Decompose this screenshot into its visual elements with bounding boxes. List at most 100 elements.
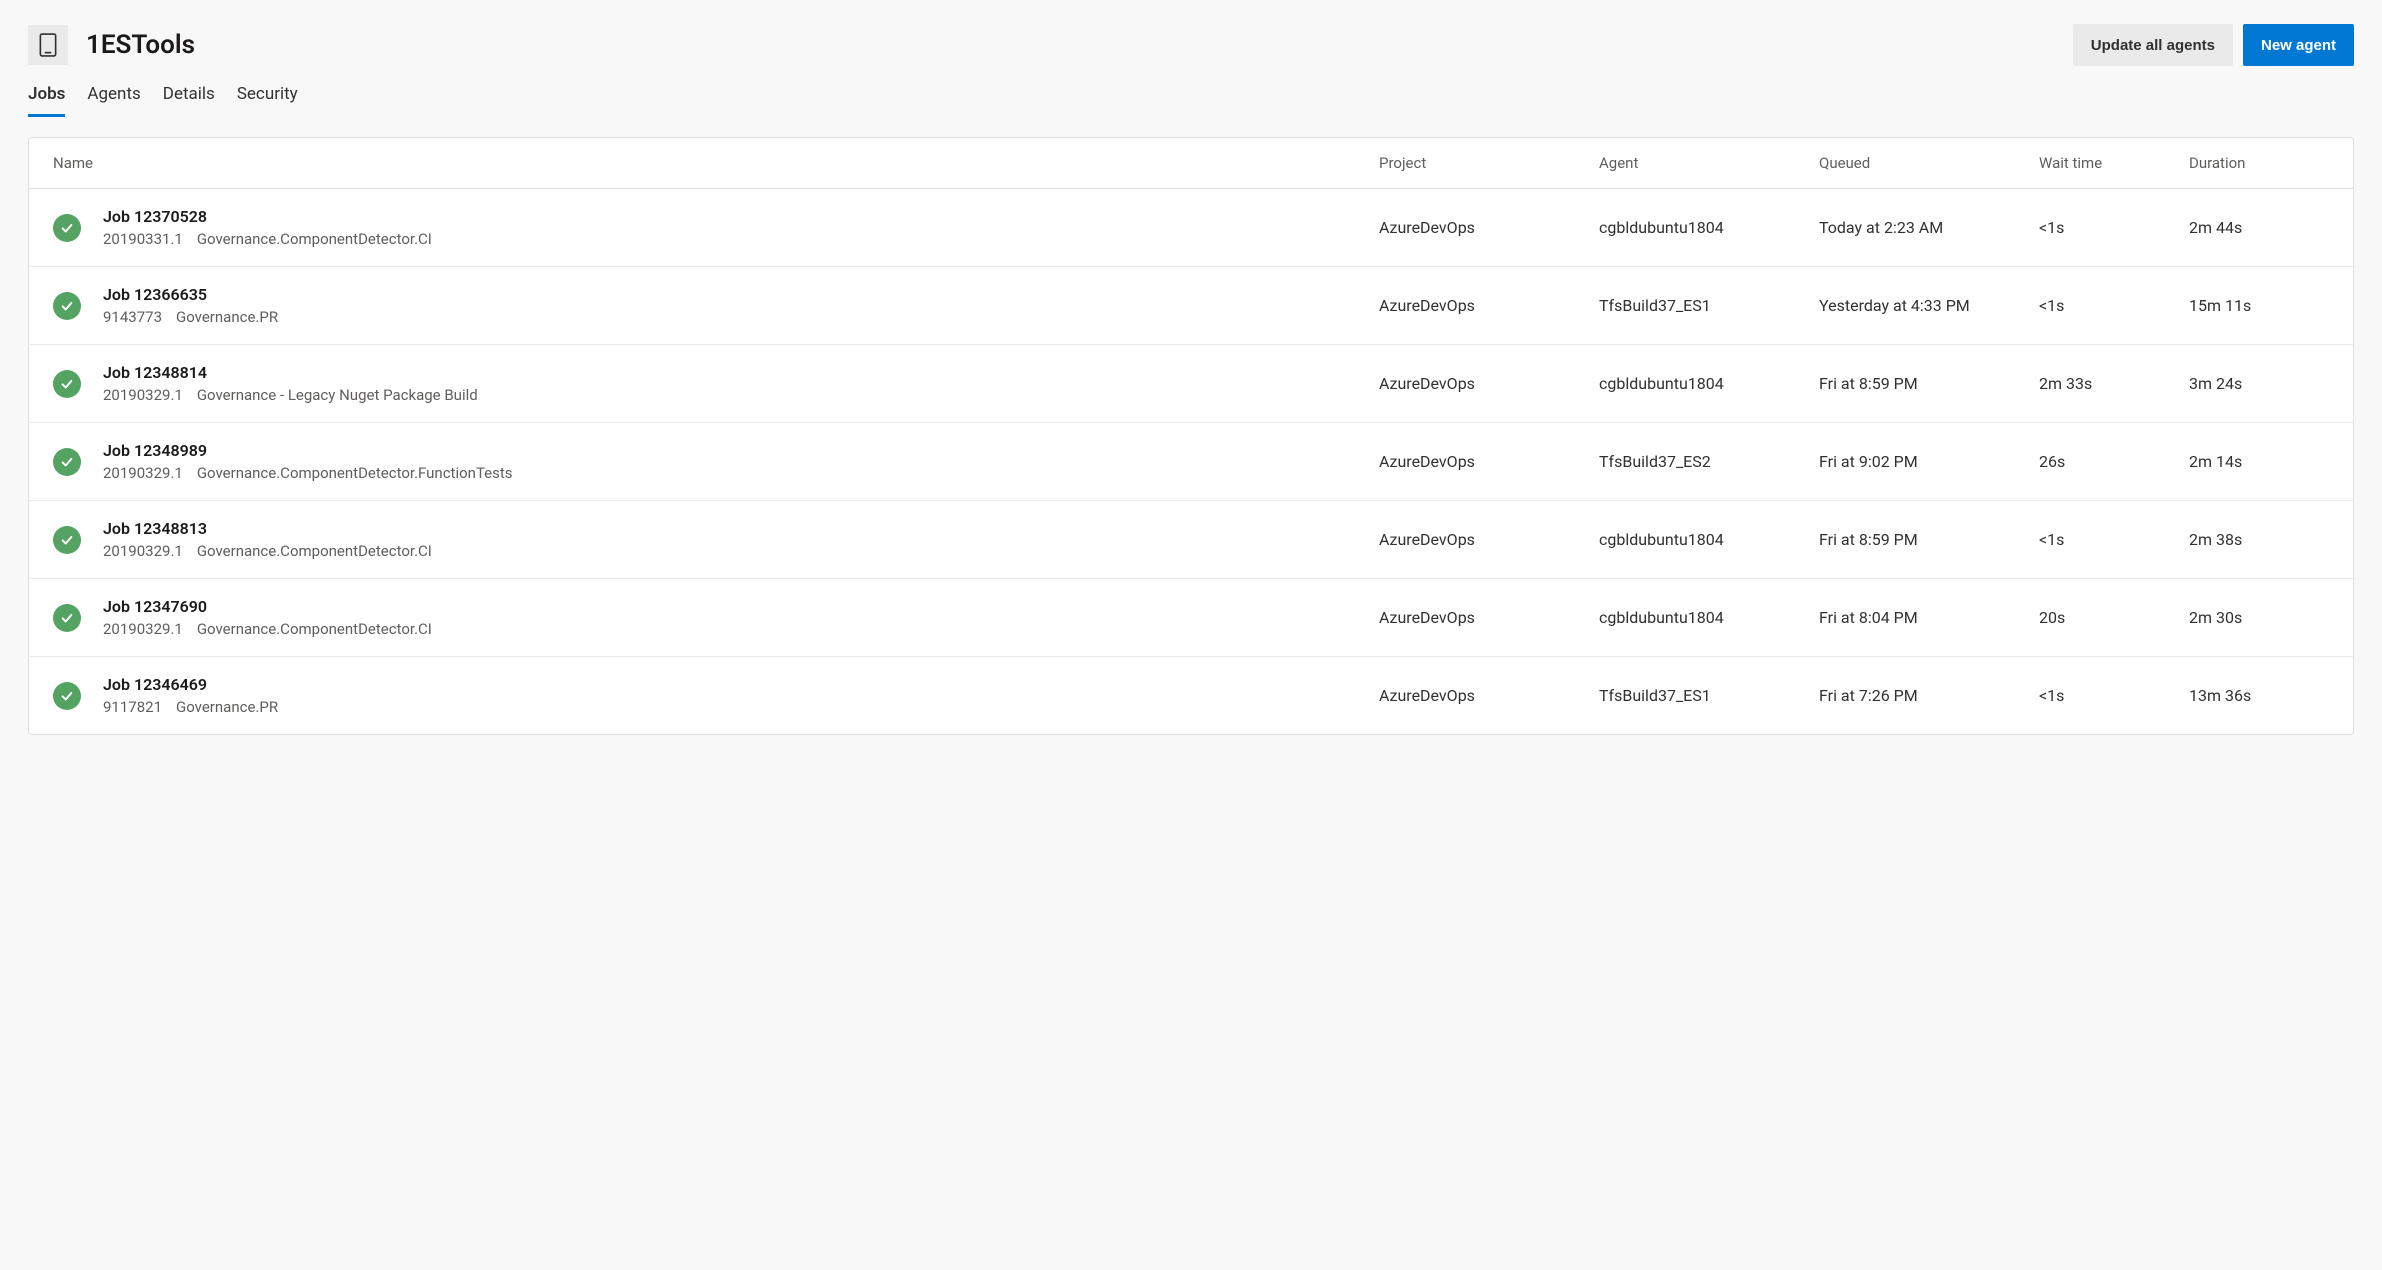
jobs-body: Job 1237052820190331.1Governance.Compone… [29, 189, 2353, 734]
col-header-wait-time[interactable]: Wait time [2039, 154, 2189, 172]
job-build-number: 20190329.1 [103, 464, 183, 482]
cell-project: AzureDevOps [1379, 608, 1599, 627]
table-header: Name Project Agent Queued Wait time Dura… [29, 138, 2353, 189]
name-cell: Job 1234881420190329.1Governance - Legac… [103, 363, 1379, 404]
cell-duration: 3m 24s [2189, 374, 2329, 393]
header-left: 1ESTools [28, 25, 195, 65]
cell-queued: Fri at 9:02 PM [1819, 452, 2039, 471]
status-cell [53, 214, 103, 242]
cell-project: AzureDevOps [1379, 452, 1599, 471]
status-cell [53, 448, 103, 476]
cell-duration: 2m 44s [2189, 218, 2329, 237]
cell-agent: cgbldubuntu1804 [1599, 530, 1819, 549]
job-pipeline-name: Governance - Legacy Nuget Package Build [197, 386, 478, 404]
success-check-icon [53, 526, 81, 554]
col-header-name[interactable]: Name [53, 154, 1379, 172]
name-cell: Job 1237052820190331.1Governance.Compone… [103, 207, 1379, 248]
job-subtext: 20190329.1 Governance.ComponentDetector.F… [103, 464, 1379, 482]
success-check-icon [53, 292, 81, 320]
page-title: 1ESTools [86, 30, 195, 60]
cell-agent: cgbldubuntu1804 [1599, 218, 1819, 237]
tab-details[interactable]: Details [163, 84, 215, 117]
cell-duration: 2m 30s [2189, 608, 2329, 627]
name-cell: Job 12348813 20190329.1Governance.Compone… [103, 519, 1379, 560]
name-cell: Job 12347690 20190329.1Governance.Compone… [103, 597, 1379, 638]
page-header: 1ESTools Update all agents New agent [28, 24, 2354, 66]
status-cell [53, 292, 103, 320]
cell-project: AzureDevOps [1379, 686, 1599, 705]
cell-project: AzureDevOps [1379, 530, 1599, 549]
header-buttons: Update all agents New agent [2073, 24, 2354, 66]
job-name: Job 12366635 [103, 285, 1379, 304]
job-name: Job 12348813 [103, 519, 1379, 538]
update-all-agents-button[interactable]: Update all agents [2073, 24, 2233, 66]
job-name: Job 12348989 [103, 441, 1379, 460]
cell-wait-time: 20s [2039, 608, 2189, 627]
tab-jobs[interactable]: Jobs [28, 84, 65, 117]
table-row[interactable]: Job 123464699117821Governance.PRAzureDev… [29, 657, 2353, 734]
col-header-duration[interactable]: Duration [2189, 154, 2329, 172]
cell-agent: cgbldubuntu1804 [1599, 608, 1819, 627]
tab-security[interactable]: Security [237, 84, 298, 117]
name-cell: Job 123464699117821Governance.PR [103, 675, 1379, 716]
status-cell [53, 604, 103, 632]
job-pipeline-name: Governance.ComponentDetector.CI [197, 542, 432, 560]
table-row[interactable]: Job 12348813 20190329.1Governance.Compone… [29, 501, 2353, 579]
status-cell [53, 682, 103, 710]
cell-wait-time: <1s [2039, 218, 2189, 237]
table-row[interactable]: Job 1237052820190331.1Governance.Compone… [29, 189, 2353, 267]
cell-wait-time: 26s [2039, 452, 2189, 471]
success-check-icon [53, 604, 81, 632]
cell-agent: cgbldubuntu1804 [1599, 374, 1819, 393]
name-cell: Job 12348989 20190329.1 Governance.Compone… [103, 441, 1379, 482]
job-subtext: 20190329.1Governance.ComponentDetector.C… [103, 542, 1379, 560]
cell-queued: Fri at 8:59 PM [1819, 530, 2039, 549]
job-build-number: 9143773 [103, 308, 162, 326]
tab-agents[interactable]: Agents [87, 84, 140, 117]
table-row[interactable]: Job 12348989 20190329.1 Governance.Compone… [29, 423, 2353, 501]
cell-wait-time: <1s [2039, 296, 2189, 315]
cell-agent: TfsBuild37_ES2 [1599, 452, 1819, 471]
cell-agent: TfsBuild37_ES1 [1599, 296, 1819, 315]
cell-queued: Fri at 8:59 PM [1819, 374, 2039, 393]
tab-bar: Jobs Agents Details Security [28, 84, 2354, 117]
job-pipeline-name: Governance.PR [176, 308, 278, 326]
cell-duration: 2m 38s [2189, 530, 2329, 549]
new-agent-button[interactable]: New agent [2243, 24, 2354, 66]
cell-project: AzureDevOps [1379, 218, 1599, 237]
table-row[interactable]: Job 123666359143773Governance.PRAzureDev… [29, 267, 2353, 345]
name-cell: Job 12366635 9143773 Governance.PR [103, 285, 1379, 326]
job-subtext: 20190331.1 Governance.ComponentDetector.C… [103, 230, 1379, 248]
cell-duration: 15m 11s [2189, 296, 2329, 315]
cell-wait-time: <1s [2039, 530, 2189, 549]
job-pipeline-name: Governance.ComponentDetector.CI [197, 620, 432, 638]
job-subtext: 20190329.1Governance.ComponentDetector.C… [103, 620, 1379, 638]
cell-queued: Today at 2:23 AM [1819, 218, 2039, 237]
job-pipeline-name: Governance.ComponentDetector.CI [197, 230, 432, 248]
cell-wait-time: <1s [2039, 686, 2189, 705]
job-name: Job 12347690 [103, 597, 1379, 616]
cell-queued: Fri at 7:26 PM [1819, 686, 2039, 705]
col-header-queued[interactable]: Queued [1819, 154, 2039, 172]
col-header-project[interactable]: Project [1379, 154, 1599, 172]
cell-duration: 13m 36s [2189, 686, 2329, 705]
job-build-number: 9117821 [103, 698, 162, 716]
success-check-icon [53, 448, 81, 476]
job-name: Job 12346469 [103, 675, 1379, 694]
cell-queued: Fri at 8:04 PM [1819, 608, 2039, 627]
success-check-icon [53, 682, 81, 710]
col-header-agent[interactable]: Agent [1599, 154, 1819, 172]
status-cell [53, 370, 103, 398]
job-subtext: 9143773 Governance.PR [103, 308, 1379, 326]
cell-agent: TfsBuild37_ES1 [1599, 686, 1819, 705]
cell-duration: 2m 14s [2189, 452, 2329, 471]
job-pipeline-name: Governance.ComponentDetector.FunctionTes… [197, 464, 513, 482]
agent-pool-icon [28, 25, 68, 65]
table-row[interactable]: Job 1234881420190329.1Governance - Legac… [29, 345, 2353, 423]
cell-project: AzureDevOps [1379, 374, 1599, 393]
status-cell [53, 526, 103, 554]
job-build-number: 20190329.1 [103, 386, 183, 404]
page-content: 1ESTools Update all agents New agent Job… [0, 0, 2382, 735]
table-row[interactable]: Job 12347690 20190329.1Governance.Compone… [29, 579, 2353, 657]
job-build-number: 20190331.1 [103, 230, 183, 248]
